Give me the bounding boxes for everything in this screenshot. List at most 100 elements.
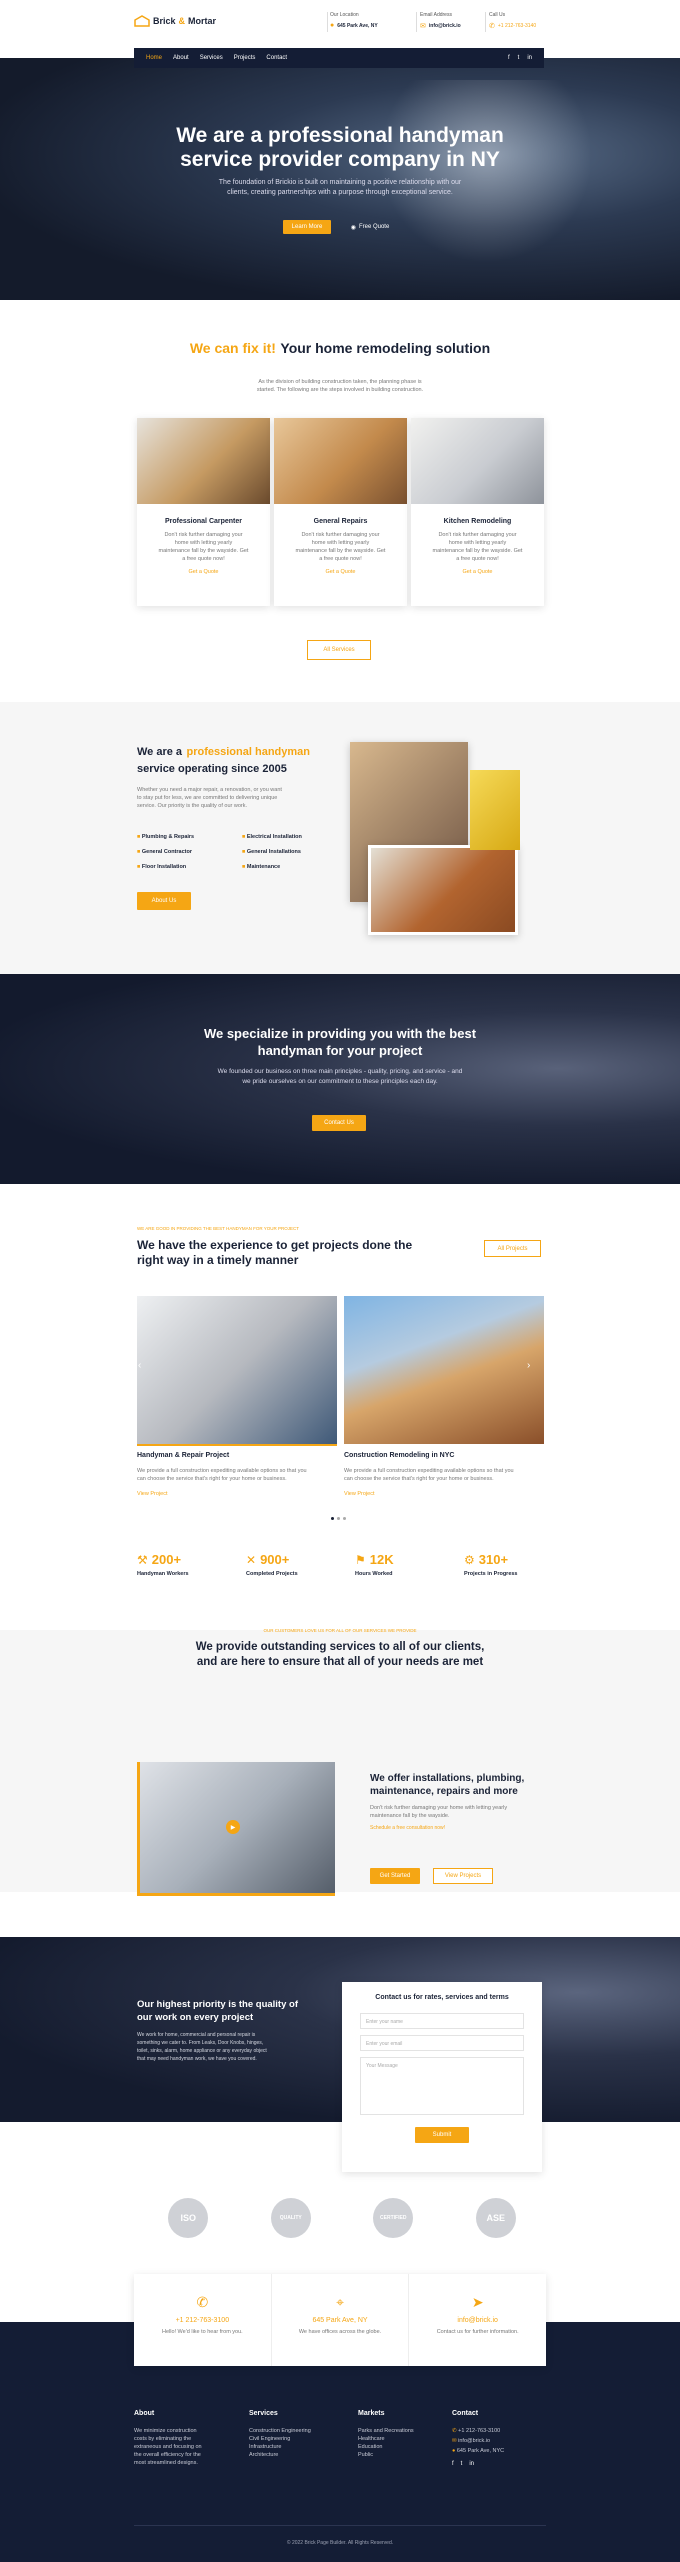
submit-button[interactable]: Submit <box>415 2127 469 2143</box>
crane-icon: ⚙ <box>464 1552 475 1567</box>
footer-services-link[interactable]: Architecture <box>249 2451 349 2459</box>
mail-icon: ✉ <box>452 2438 457 2444</box>
stat-item: ⚙ 310+ Projects in Progress <box>464 1552 544 1577</box>
service-card-text: Don't risk further damaging your <box>164 532 243 538</box>
carousel-dot[interactable] <box>343 1517 346 1520</box>
priority-text-line: We work for home, commercial and persona… <box>137 2032 256 2038</box>
twitter-icon[interactable]: t <box>461 2461 463 2467</box>
footer-markets-link[interactable]: Public <box>358 2451 448 2459</box>
fixit-title-accent: We can fix it! <box>189 340 276 356</box>
facebook-icon[interactable]: f <box>452 2461 454 2467</box>
prev-arrow-icon[interactable]: ‹ <box>138 1360 141 1371</box>
all-projects-button[interactable]: All Projects <box>484 1240 541 1257</box>
fixit-title: We can fix it! Your home remodeling solu… <box>0 340 680 358</box>
service-card[interactable]: Professional Carpenter Don't risk furthe… <box>137 418 270 606</box>
stat-item: ✕ 900+ Completed Projects <box>246 1552 336 1577</box>
project-item: Construction Remodeling in NYC We provid… <box>344 1452 544 1497</box>
nav-about[interactable]: About <box>173 55 189 61</box>
free-quote-button[interactable]: ◉ Free Quote <box>340 220 400 234</box>
specialize-text-line1: We founded our business on three main pr… <box>217 1068 463 1075</box>
nav-contact[interactable]: Contact <box>266 55 287 61</box>
info-strip: ✆ +1 212-763-3100 Hello! We'd like to he… <box>134 2274 546 2366</box>
about-us-button[interactable]: About Us <box>137 892 191 910</box>
consultation-link[interactable]: Schedule a free consultation now! <box>370 1825 550 1831</box>
email-field[interactable]: Enter your email <box>360 2035 524 2051</box>
nav-home[interactable]: Home <box>146 55 162 61</box>
view-project-link[interactable]: View Project <box>137 1491 337 1497</box>
play-icon[interactable]: ▶ <box>226 1820 240 1834</box>
ase-badge: ASE <box>475 2198 516 2238</box>
message-field[interactable]: Your Message <box>360 2057 524 2115</box>
footer-social: f t in <box>452 2461 547 2467</box>
tape-photo <box>470 770 520 850</box>
phone-label: Call Us <box>489 12 506 18</box>
specialize-content: We specialize in providing you with the … <box>0 1025 680 1087</box>
footer-services: Services Construction Engineering Civil … <box>249 2410 349 2459</box>
all-services-button[interactable]: All Services <box>307 640 371 660</box>
specialize-title-line1: We specialize in providing you with the … <box>203 1026 477 1041</box>
nav-services[interactable]: Services <box>200 55 223 61</box>
footer-markets-link[interactable]: Parks and Recreations <box>358 2427 448 2435</box>
about-title-b: service operating since 2005 <box>137 763 287 775</box>
quality-badge: QUALITY <box>270 2198 311 2238</box>
footer-contact-email[interactable]: ✉ info@brick.io <box>452 2437 547 2445</box>
email-value[interactable]: info@brick.io <box>429 23 461 29</box>
footer-about-title: About <box>134 2410 155 2417</box>
footer-services-link[interactable]: Construction Engineering <box>249 2427 349 2435</box>
service-card-text: home with letting yearly <box>311 540 370 546</box>
contact-us-button[interactable]: Contact Us <box>312 1115 366 1131</box>
linkedin-icon[interactable]: in <box>527 55 532 61</box>
footer-markets-link[interactable]: Healthcare <box>358 2435 448 2443</box>
get-started-button[interactable]: Get Started <box>370 1868 420 1884</box>
linkedin-icon[interactable]: in <box>469 2461 474 2467</box>
get-quote-link[interactable]: Get a Quote <box>145 569 262 575</box>
check-icon: ■ <box>137 849 141 855</box>
footer-services-link[interactable]: Civil Engineering <box>249 2435 349 2443</box>
outstanding-content: We offer installations, plumbing, mainte… <box>370 1772 550 1831</box>
footer-contact-phone[interactable]: ✆ +1 212-763-3100 <box>452 2427 547 2435</box>
email-label: Email Address <box>420 12 452 18</box>
name-field[interactable]: Enter your name <box>360 2013 524 2029</box>
header-email: Email Address ✉ info@brick.io <box>420 12 461 30</box>
info-label: We have offices across the globe. <box>298 2329 382 2335</box>
facebook-icon[interactable]: f <box>508 55 510 61</box>
next-arrow-icon[interactable]: › <box>527 1360 530 1371</box>
outstanding-title: We provide outstanding services to all o… <box>0 1640 680 1670</box>
get-quote-link[interactable]: Get a Quote <box>419 569 536 575</box>
construction-project-photo <box>344 1296 544 1444</box>
nav-bar: Home About Services Projects Contact f t… <box>134 48 544 68</box>
check-icon: ■ <box>242 834 246 840</box>
carousel-dot[interactable] <box>331 1517 334 1520</box>
service-card-text: maintenance fall by the wayside. Get <box>158 548 249 554</box>
info-value[interactable]: +1 212-763-3100 <box>134 2317 271 2324</box>
logo[interactable]: Brick & Mortar <box>134 15 216 27</box>
view-projects-button[interactable]: View Projects <box>433 1868 493 1884</box>
learn-more-button[interactable]: Learn More <box>283 220 331 234</box>
service-card-text: a free quote now! <box>182 556 225 562</box>
twitter-icon[interactable]: t <box>518 55 520 61</box>
footer-services-link[interactable]: Infrastructure <box>249 2443 349 2451</box>
about-text-line: to stay put for less, we are committed t… <box>137 795 278 801</box>
footer-about-text: the overall efficiency for the <box>134 2452 201 2458</box>
check-icon: ■ <box>137 834 141 840</box>
nav-projects[interactable]: Projects <box>234 55 256 61</box>
project-title: Handyman & Repair Project <box>137 1452 230 1459</box>
phone-value[interactable]: +1 212-763-3140 <box>498 23 536 29</box>
carousel-dot[interactable] <box>337 1517 340 1520</box>
header-phone: Call Us ✆ +1 212-763-3140 <box>489 12 536 30</box>
priority-title-line1: Our highest priority is the quality of <box>137 1999 298 2010</box>
location-icon: ⌖ <box>336 2294 344 2310</box>
get-quote-link[interactable]: Get a Quote <box>282 569 399 575</box>
phone-icon: ✆ <box>489 23 495 30</box>
info-value[interactable]: info@brick.io <box>409 2317 546 2324</box>
certificates-row: ISO QUALITY CERTIFIED ASE <box>137 2198 547 2238</box>
outstanding-eyebrow: OUR CUSTOMERS LOVE US FOR ALL OF OUR SER… <box>263 1628 417 1633</box>
house-logo-icon <box>134 15 150 27</box>
footer-markets-link[interactable]: Education <box>358 2443 448 2451</box>
stat-value: 900+ <box>260 1552 290 1567</box>
copyright: © 2022 Brick Page Builder. All Rights Re… <box>286 2540 394 2546</box>
service-card[interactable]: General Repairs Don't risk further damag… <box>274 418 407 606</box>
service-card[interactable]: Kitchen Remodeling Don't risk further da… <box>411 418 544 606</box>
view-project-link[interactable]: View Project <box>344 1491 544 1497</box>
header-divider <box>327 12 328 32</box>
